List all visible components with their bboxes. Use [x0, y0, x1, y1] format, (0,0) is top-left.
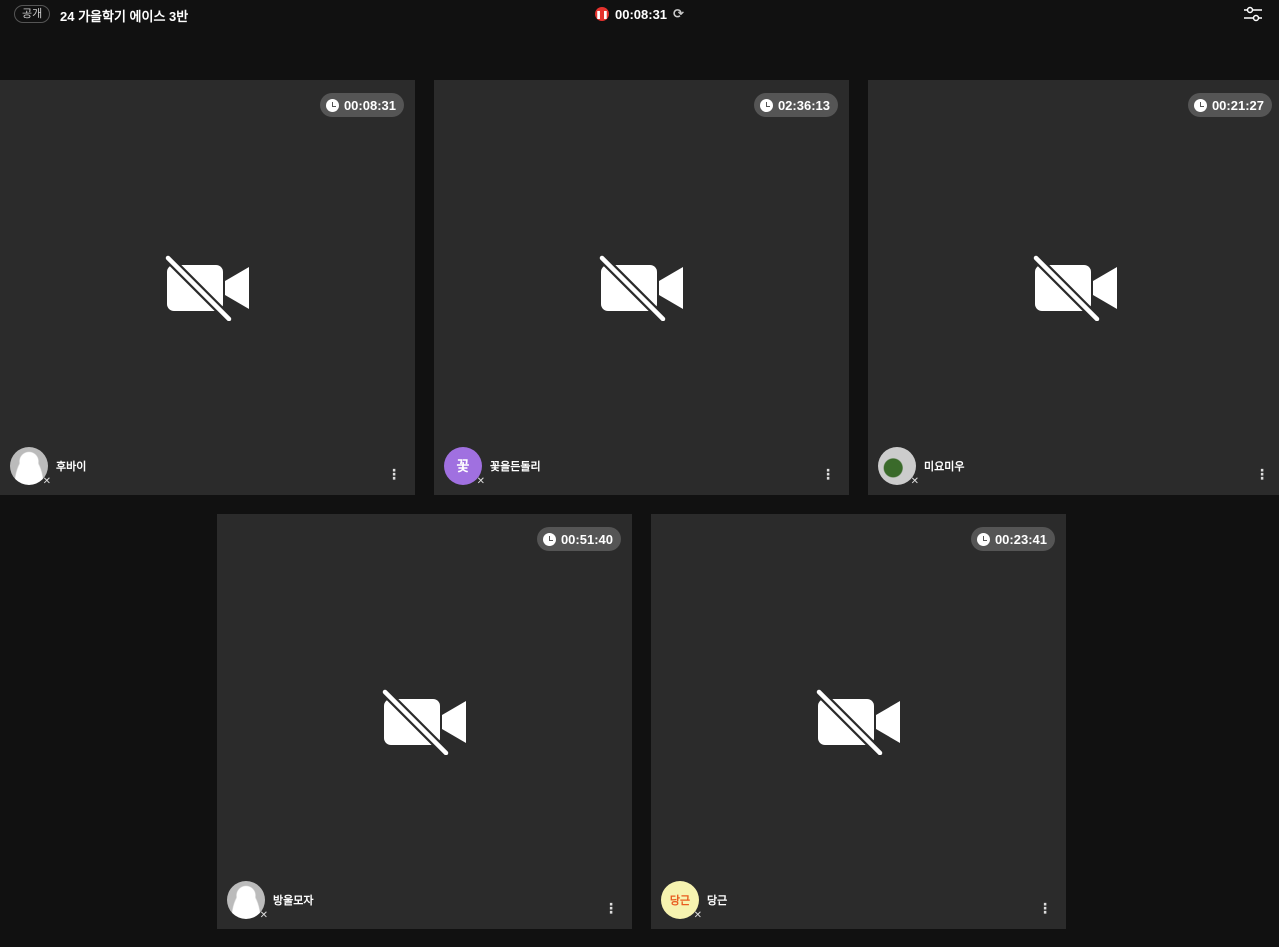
refresh-icon[interactable]: ⟳: [673, 6, 684, 22]
timer-text: 00:21:27: [1211, 97, 1264, 113]
clock-icon: [542, 532, 556, 546]
participant-timer: 00:23:41: [970, 527, 1055, 551]
top-bar: 공개 24 가을학기 에이스 3반 ❚❚ 00:08:31 ⟳: [0, 0, 1279, 28]
participant-name: 당근: [707, 895, 728, 907]
recording-time: 00:08:31: [615, 6, 668, 22]
participant-info: 꽃 ✕ 꽃을든돌리: [444, 447, 541, 487]
recording-status: ❚❚ 00:08:31 ⟳: [595, 6, 684, 22]
camera-off-icon: [1033, 255, 1117, 321]
avatar[interactable]: 꽃 ✕: [444, 447, 485, 487]
participant-tile: 00:21:27 ✕ 미요미우 ⋮: [868, 80, 1279, 495]
participant-timer: 00:08:31: [319, 93, 404, 117]
camera-off-icon: [382, 689, 466, 755]
avatar[interactable]: ✕: [227, 881, 268, 921]
clock-icon: [1193, 98, 1207, 112]
settings-sliders-icon[interactable]: [1243, 5, 1263, 23]
participant-tile: 00:51:40 ✕ 방울모자 ⋮: [217, 514, 632, 929]
timer-text: 00:08:31: [343, 97, 396, 113]
visibility-badge: 공개: [14, 5, 51, 23]
more-options-button[interactable]: ⋮: [1038, 900, 1052, 917]
room-title: 24 가을학기 에이스 3반: [60, 9, 189, 24]
mic-off-icon: ✕: [259, 910, 268, 921]
participant-name: 방울모자: [273, 895, 314, 907]
participant-tile: 00:08:31 ✕ 후바이 ⋮: [0, 80, 415, 495]
pause-record-icon[interactable]: ❚❚: [595, 7, 609, 21]
participant-info: ✕ 미요미우: [878, 447, 965, 487]
camera-off-icon: [599, 255, 683, 321]
mic-off-icon: ✕: [910, 476, 919, 487]
mic-off-icon: ✕: [476, 476, 485, 487]
clock-icon: [976, 532, 990, 546]
clock-icon: [325, 98, 339, 112]
camera-off-icon: [816, 689, 900, 755]
participant-info: ✕ 방울모자: [227, 881, 314, 921]
timer-text: 00:51:40: [560, 531, 613, 547]
participant-name: 미요미우: [924, 461, 965, 473]
more-options-button[interactable]: ⋮: [604, 900, 618, 917]
camera-off-icon: [165, 255, 249, 321]
avatar[interactable]: ✕: [10, 447, 51, 487]
timer-text: 00:23:41: [994, 531, 1047, 547]
mic-off-icon: ✕: [42, 476, 51, 487]
participant-info: 당근 ✕ 당근: [661, 881, 728, 921]
mic-off-icon: ✕: [693, 910, 702, 921]
more-options-button[interactable]: ⋮: [387, 466, 401, 483]
timer-text: 02:36:13: [777, 97, 830, 113]
avatar[interactable]: ✕: [878, 447, 919, 487]
more-options-button[interactable]: ⋮: [1255, 466, 1269, 483]
more-options-button[interactable]: ⋮: [821, 466, 835, 483]
participant-name: 꽃을든돌리: [490, 461, 541, 473]
participant-name: 후바이: [56, 461, 87, 473]
participant-timer: 00:21:27: [1187, 93, 1272, 117]
avatar[interactable]: 당근 ✕: [661, 881, 702, 921]
participant-timer: 02:36:13: [753, 93, 838, 117]
participant-info: ✕ 후바이: [10, 447, 87, 487]
participant-timer: 00:51:40: [536, 527, 621, 551]
participant-tile: 02:36:13 꽃 ✕ 꽃을든돌리 ⋮: [434, 80, 849, 495]
clock-icon: [759, 98, 773, 112]
participant-tile: 00:23:41 당근 ✕ 당근 ⋮: [651, 514, 1066, 929]
